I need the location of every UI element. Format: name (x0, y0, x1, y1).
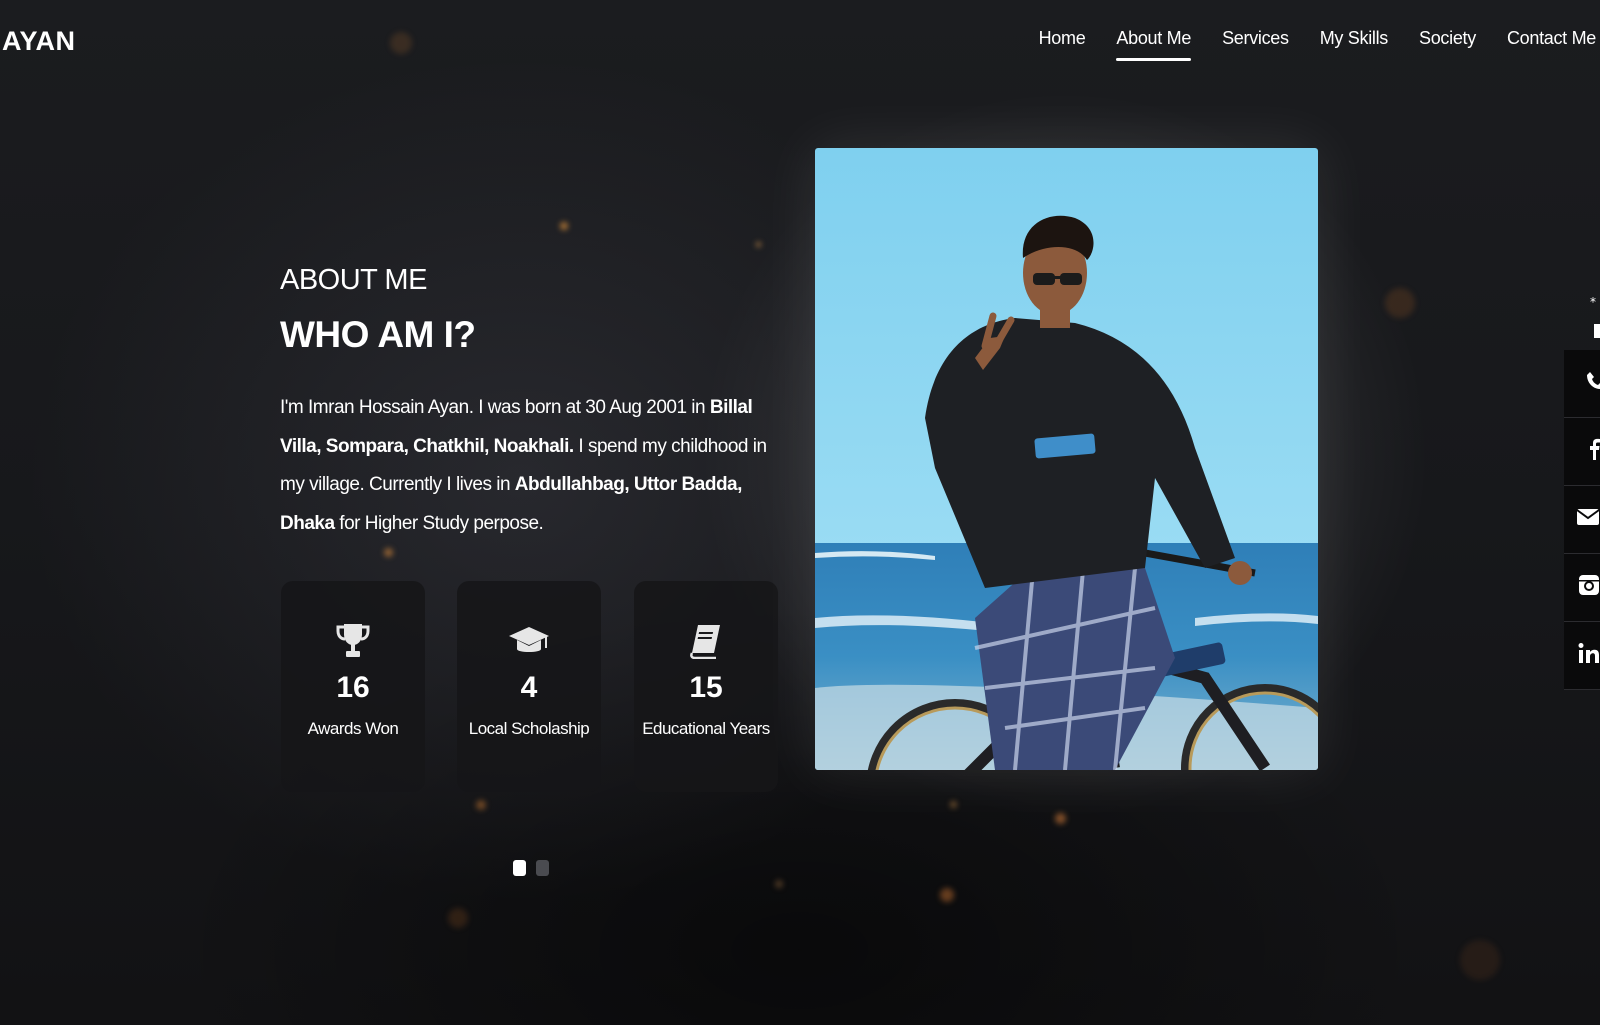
nav-home[interactable]: Home (1039, 28, 1086, 61)
bokeh-light (390, 32, 412, 54)
bokeh-light (940, 888, 954, 902)
nav-society[interactable]: Society (1419, 28, 1476, 61)
section-title: WHO AM I? (280, 314, 476, 355)
social-bar (1564, 350, 1600, 690)
stat-card-awards: 16 Awards Won (281, 581, 425, 792)
bokeh-light (448, 908, 468, 928)
stat-value: 15 (689, 671, 723, 704)
instagram-button[interactable] (1564, 554, 1600, 622)
facebook-button[interactable] (1564, 418, 1600, 486)
phone-icon (1586, 371, 1600, 396)
instagram-icon (1578, 574, 1600, 601)
stat-value: 4 (520, 671, 538, 704)
carousel-dot[interactable] (513, 860, 526, 876)
section-eyebrow: ABOUT ME (280, 264, 427, 296)
email-button[interactable] (1564, 486, 1600, 554)
phone-button[interactable] (1564, 350, 1600, 418)
bokeh-light (560, 222, 568, 230)
nav-about-me[interactable]: About Me (1116, 28, 1191, 61)
trophy-icon (336, 621, 370, 661)
bokeh-light (1385, 288, 1415, 318)
linkedin-button[interactable] (1564, 622, 1600, 690)
nav-my-skills[interactable]: My Skills (1320, 28, 1389, 61)
bio-text: for Higher Study perpose. (334, 512, 544, 534)
bokeh-light (1055, 813, 1066, 824)
stat-card-education: 15 Educational Years (634, 581, 778, 792)
bokeh-light (384, 548, 393, 557)
carousel-dot[interactable] (536, 860, 549, 876)
svg-text:*: * (1590, 296, 1596, 309)
book-icon (690, 621, 722, 661)
nav-contact-me[interactable]: Contact Me (1507, 28, 1596, 61)
stat-label: Awards Won (307, 719, 399, 738)
main-nav: Home About Me Services My Skills Society… (1039, 28, 1596, 61)
carousel-dots (513, 860, 549, 876)
nav-services[interactable]: Services (1222, 28, 1289, 61)
email-icon (1576, 508, 1600, 531)
bokeh-light (950, 801, 957, 808)
stat-value: 16 (336, 671, 370, 704)
brand-logo[interactable]: AYAN (2, 26, 76, 57)
stat-label: Educational Years (642, 719, 770, 738)
profile-photo (815, 148, 1318, 770)
stat-label: Local Scholaship (468, 719, 590, 738)
bio-paragraph: I'm Imran Hossain Ayan. I was born at 30… (280, 389, 785, 543)
bokeh-light (775, 880, 783, 888)
bokeh-light (1460, 940, 1500, 980)
page: AYAN Home About Me Services My Skills So… (0, 0, 1600, 1025)
bokeh-light (476, 800, 486, 810)
graduation-cap-icon (507, 621, 551, 661)
bokeh-light (756, 242, 761, 247)
linkedin-icon (1578, 642, 1600, 669)
stat-card-scholarship: 4 Local Scholaship (457, 581, 601, 792)
facebook-icon (1590, 438, 1600, 465)
bio-text: I'm Imran Hossain Ayan. I was born at 30… (280, 397, 710, 418)
